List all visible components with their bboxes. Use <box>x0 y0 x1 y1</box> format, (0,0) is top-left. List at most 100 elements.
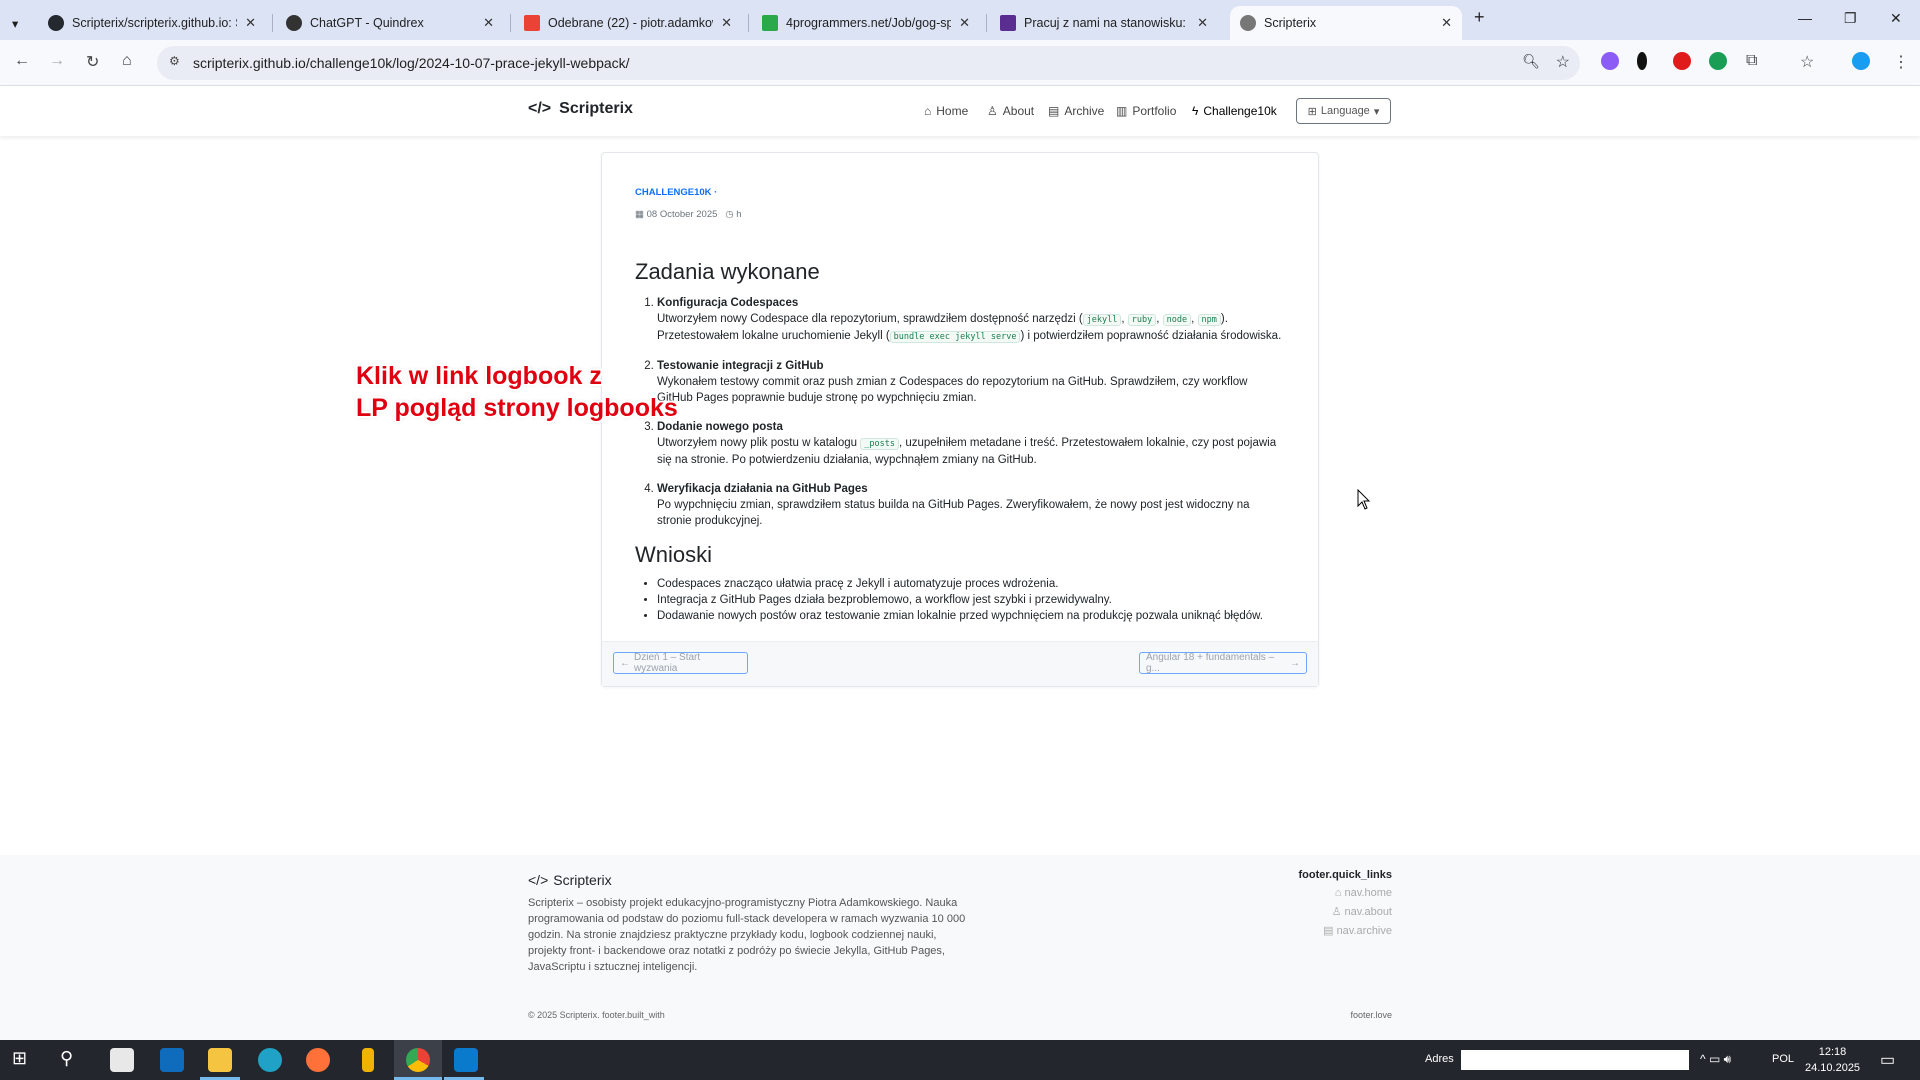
tab-search-button[interactable]: ▾ <box>6 6 32 40</box>
bookmarks-icon[interactable]: ☆ <box>1800 52 1814 72</box>
footer-logo: </> Scripterix <box>528 872 612 888</box>
site-footer: </> Scripterix Scripterix – osobisty proj… <box>0 855 1920 1040</box>
post-date: 08 October 2025 <box>646 209 718 220</box>
tab-chatgpt[interactable]: ChatGPT - Quindrex ✕ <box>276 6 504 40</box>
tab-gog[interactable]: Pracuj z nami na stanowisku: Se ✕ <box>990 6 1218 40</box>
close-window-button[interactable]: ✕ <box>1890 10 1902 27</box>
heading-tasks: Zadania wykonane <box>635 259 820 284</box>
tab-bar: ▾ Scripterix/scripterix.github.io: S ✕ Ch… <box>0 0 1920 40</box>
close-icon[interactable]: ✕ <box>959 15 970 31</box>
new-tab-button[interactable]: + <box>1474 7 1485 28</box>
close-icon[interactable]: ✕ <box>721 15 732 31</box>
store-icon[interactable] <box>110 1048 134 1072</box>
close-icon[interactable]: ✕ <box>1197 15 1208 31</box>
site-logo[interactable]: </> Scripterix <box>528 100 633 118</box>
mouse-cursor-icon <box>1357 489 1371 510</box>
language-dropdown[interactable]: ⊞ Language ▾ <box>1296 98 1391 124</box>
tab-4programmers[interactable]: 4programmers.net/Job/gog-sp ✕ <box>752 6 980 40</box>
bolt-icon: ϟ <box>1192 104 1199 118</box>
footer-link-archive[interactable]: ▤ nav.archive <box>1298 924 1392 937</box>
menu-icon[interactable]: ⋮ <box>1893 52 1909 72</box>
pen-extension-icon[interactable] <box>1637 52 1647 70</box>
home-icon[interactable]: ⌂ <box>122 52 132 70</box>
footer-love: footer.love <box>1350 1010 1392 1020</box>
clock[interactable]: 12:18 24.10.2025 <box>1805 1044 1860 1076</box>
nav-archive[interactable]: ▤ Archive <box>1048 104 1104 118</box>
archive-icon: ▤ <box>1048 104 1060 118</box>
address-toolbar-label: Adres <box>1425 1053 1454 1065</box>
address-toolbar-input[interactable] <box>1461 1050 1689 1070</box>
clock-icon: ◷ <box>725 209 737 220</box>
post-card: CHALLENGE10K · ▦ 08 October 2025 ◷ h Zad… <box>601 152 1319 687</box>
gog-icon <box>1000 15 1016 31</box>
footer-link-about[interactable]: ♙ nav.about <box>1298 905 1392 918</box>
arrow-right-icon: → <box>1290 657 1300 669</box>
grammarly-icon[interactable] <box>1709 52 1727 70</box>
tab-scripterix[interactable]: Scripterix ✕ <box>1230 6 1462 40</box>
post-category[interactable]: CHALLENGE10K · <box>635 185 1285 201</box>
forward-icon[interactable]: → <box>49 52 65 70</box>
close-icon[interactable]: ✕ <box>245 15 256 31</box>
home-icon: ⌂ <box>1334 887 1345 899</box>
input-language[interactable]: POL <box>1772 1053 1794 1065</box>
bolt-app-icon[interactable] <box>362 1048 374 1072</box>
next-post-button[interactable]: Angular 18 + fundamentals – g... → <box>1139 652 1307 674</box>
tab-gmail[interactable]: Odebrane (22) - piotr.adamkow ✕ <box>514 6 742 40</box>
nav-challenge10k[interactable]: ϟ Challenge10k <box>1192 104 1277 118</box>
url-text[interactable]: scripterix.github.io/challenge10k/log/20… <box>193 55 630 71</box>
list-item: Testowanie integracji z GitHubWykonałem … <box>657 358 1285 406</box>
extensions-puzzle-icon[interactable]: ⧉ <box>1746 52 1757 70</box>
windows-start-icon[interactable]: ⊞ <box>12 1048 36 1072</box>
nav-about[interactable]: ♙ About <box>987 104 1034 118</box>
footer-description: Scripterix – osobisty projekt edukacyjno… <box>528 897 966 973</box>
gmail-icon <box>524 15 540 31</box>
close-icon[interactable]: ✕ <box>1441 15 1452 31</box>
calendar-icon: ▦ <box>635 209 647 220</box>
heading-conclusions: Wnioski <box>635 542 713 567</box>
post-navigation: ← Dzień 1 – Start wyzwania Angular 18 + f… <box>602 641 1318 686</box>
site-info-icon[interactable]: ⚙ <box>169 54 180 68</box>
list-item: Weryfikacja działania na GitHub PagesPo … <box>657 481 1285 529</box>
list-item: Konfiguracja CodespacesUtworzyłem nowy C… <box>657 295 1285 345</box>
restore-button[interactable]: ❐ <box>1844 10 1857 27</box>
extension-icon[interactable] <box>1601 52 1619 70</box>
tab-github[interactable]: Scripterix/scripterix.github.io: S ✕ <box>38 6 266 40</box>
code-icon: </> <box>528 100 552 117</box>
prev-post-button[interactable]: ← Dzień 1 – Start wyzwania <box>613 652 748 674</box>
back-icon[interactable]: ← <box>14 52 30 70</box>
zoom-icon[interactable]: 🔍︎ <box>1522 53 1540 70</box>
close-icon[interactable]: ✕ <box>483 15 494 31</box>
outlook-icon[interactable] <box>160 1048 184 1072</box>
user-icon: ♙ <box>987 104 998 118</box>
bookmark-star-icon[interactable]: ☆ <box>1556 52 1570 72</box>
minimize-button[interactable]: — <box>1798 10 1812 26</box>
search-icon[interactable]: ⚲ <box>60 1048 84 1072</box>
list-item: Codespaces znacząco ułatwia pracę z Jeky… <box>657 576 1285 592</box>
tasks-list: Konfiguracja CodespacesUtworzyłem nowy C… <box>635 295 1285 529</box>
browser-toolbar: ← → ↻ ⌂ ⚙ scripterix.github.io/challenge… <box>0 40 1920 86</box>
user-icon: ♙ <box>1331 906 1345 918</box>
home-icon: ⌂ <box>924 104 932 118</box>
nav-home[interactable]: ⌂ Home <box>924 104 968 118</box>
firefox-icon[interactable] <box>306 1048 330 1072</box>
reload-icon[interactable]: ↻ <box>86 52 99 72</box>
chrome-icon[interactable] <box>406 1048 430 1072</box>
arrow-left-icon: ← <box>620 657 630 669</box>
4programmers-icon <box>762 15 778 31</box>
translate-icon: ⊞ <box>1307 105 1317 118</box>
code-icon: </> <box>528 872 549 888</box>
file-explorer-icon[interactable] <box>208 1048 232 1072</box>
footer-link-home[interactable]: ⌂ nav.home <box>1298 887 1392 899</box>
archive-icon: ▤ <box>1323 925 1337 937</box>
list-item: Dodanie nowego postaUtworzyłem nowy plik… <box>657 419 1285 468</box>
vscode-icon[interactable] <box>454 1048 478 1072</box>
nav-portfolio[interactable]: ▥ Portfolio <box>1116 104 1176 118</box>
github-icon <box>48 15 64 31</box>
notifications-icon[interactable]: ▭ <box>1880 1050 1895 1070</box>
edge-icon[interactable] <box>258 1048 282 1072</box>
portfolio-icon: ▥ <box>1116 104 1128 118</box>
opera-extension-icon[interactable] <box>1673 52 1691 70</box>
profile-avatar[interactable] <box>1852 52 1870 70</box>
tray-icons[interactable]: ^ ▭ 🔊︎ <box>1700 1052 1731 1067</box>
address-bar[interactable]: ⚙ scripterix.github.io/challenge10k/log/… <box>157 46 1580 80</box>
